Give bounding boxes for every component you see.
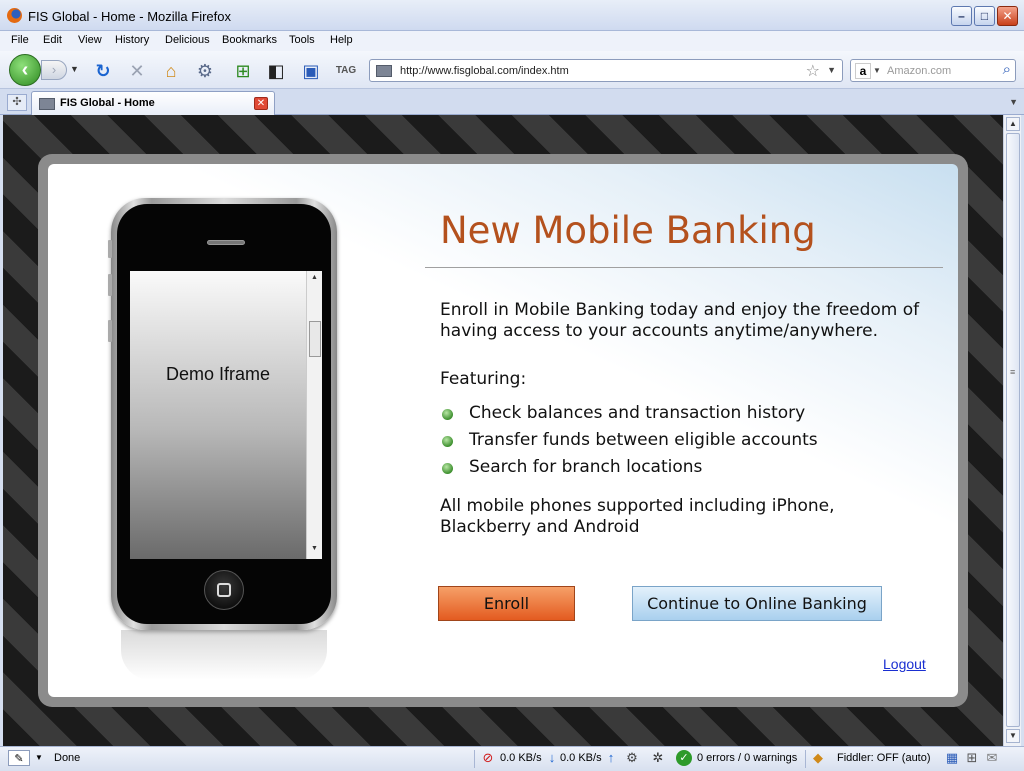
close-window-button[interactable]: ✕	[997, 6, 1018, 26]
phone-body: Demo Iframe ▲ ▼	[117, 204, 331, 624]
error-count[interactable]: 0 errors / 0 warnings	[697, 752, 797, 764]
address-bar[interactable]: http://www.fisglobal.com/index.htm ☆ ▼	[369, 59, 843, 82]
navigation-toolbar: ‹ › ▼ ↻ ✕ ⌂ ⚙ ⊞ ◧ ▣ TAG http://www.fisgl…	[0, 51, 1024, 89]
contrast-icon[interactable]: ◧	[265, 60, 287, 82]
pen-tool-icon[interactable]: ✎	[8, 750, 30, 766]
reload-icon[interactable]: ↻	[92, 60, 114, 82]
featuring-label: Featuring:	[440, 369, 527, 389]
phone-home-button	[204, 570, 244, 610]
upload-rate: 0.0 KB/s	[560, 752, 602, 764]
iframe-scroll-thumb[interactable]	[309, 321, 321, 357]
minimize-button[interactable]: –	[951, 6, 972, 26]
status-bar: ✎ ▼ Done ⊘ 0.0 KB/s ↓ 0.0 KB/s ↑ ⚙ ✲ ✓ 0…	[0, 746, 1024, 771]
green-bullet-icon	[442, 436, 453, 447]
green-bullet-icon	[442, 463, 453, 474]
tag-icon[interactable]: TAG	[335, 60, 357, 82]
bookmark-star-icon[interactable]: ☆	[806, 61, 820, 81]
mail-icon[interactable]: ✉	[984, 750, 1000, 766]
tab-scroll-icon[interactable]: ▼	[1009, 97, 1018, 107]
fiddler-icon[interactable]: ◆	[810, 750, 826, 766]
demo-iframe[interactable]: Demo Iframe ▲ ▼	[130, 271, 322, 559]
iframe-scroll-down-icon[interactable]: ▼	[311, 545, 318, 552]
supported-phones-text: All mobile phones supported including iP…	[440, 496, 835, 537]
iframe-scroll-up-icon[interactable]: ▲	[311, 274, 318, 281]
check-icon[interactable]: ✓	[676, 750, 692, 766]
grid-icon[interactable]: ⊞	[964, 750, 980, 766]
block-icon[interactable]: ⊘	[480, 750, 496, 766]
status-separator	[805, 750, 806, 768]
menu-delicious[interactable]: Delicious	[165, 34, 210, 46]
phone-illustration: Demo Iframe ▲ ▼	[108, 198, 337, 630]
menu-help[interactable]: Help	[330, 34, 353, 46]
tab-site-icon	[39, 98, 55, 110]
history-dropdown-icon[interactable]: ▼	[70, 64, 79, 74]
content-panel: Demo Iframe ▲ ▼ New Mobile Banking Enrol…	[48, 164, 958, 697]
bookmark-panel-icon[interactable]: ▣	[300, 60, 322, 82]
stop-icon[interactable]: ✕	[126, 60, 148, 82]
scroll-up-icon[interactable]: ▲	[1006, 117, 1020, 131]
menu-view[interactable]: View	[78, 34, 102, 46]
forward-button[interactable]: ›	[41, 60, 67, 80]
page-viewport: Demo Iframe ▲ ▼ New Mobile Banking Enrol…	[3, 115, 1003, 746]
scroll-grip-icon: ≡	[1010, 367, 1016, 377]
tab-label: FIS Global - Home	[60, 97, 155, 109]
phone-side-button	[108, 274, 112, 296]
url-text[interactable]: http://www.fisglobal.com/index.htm	[400, 65, 569, 77]
amazon-engine-icon[interactable]: a	[855, 63, 871, 79]
search-placeholder[interactable]: Amazon.com	[887, 65, 951, 77]
page-title: New Mobile Banking	[440, 209, 816, 252]
gear-icon[interactable]: ⚙	[624, 750, 640, 766]
tab-list-button[interactable]: ✣	[7, 94, 27, 111]
phone-side-button	[108, 240, 112, 258]
menu-edit[interactable]: Edit	[43, 34, 62, 46]
tab-bar: ✣ FIS Global - Home ✕ ▼	[0, 89, 1024, 115]
menu-bookmarks[interactable]: Bookmarks	[222, 34, 277, 46]
title-divider	[425, 267, 943, 268]
menu-history[interactable]: History	[115, 34, 149, 46]
menu-file[interactable]: File	[11, 34, 29, 46]
maximize-button[interactable]: □	[974, 6, 995, 26]
home-icon[interactable]: ⌂	[160, 60, 182, 82]
close-tab-icon[interactable]: ✕	[254, 97, 268, 110]
phone-side-button	[108, 320, 112, 342]
url-dropdown-icon[interactable]: ▼	[827, 65, 836, 75]
phone-reflection	[121, 630, 327, 680]
tab-fis-global-home[interactable]: FIS Global - Home ✕	[31, 91, 275, 115]
search-bar[interactable]: a ▼ Amazon.com ⌕	[850, 59, 1016, 82]
firefox-icon	[7, 8, 22, 23]
phone-earpiece	[207, 240, 245, 245]
scroll-down-icon[interactable]: ▼	[1006, 729, 1020, 743]
back-button[interactable]: ‹	[9, 54, 41, 86]
page-scrollbar[interactable]: ▲ ≡ ▼	[1003, 115, 1021, 746]
demo-iframe-text: Demo Iframe	[165, 364, 271, 384]
status-separator	[474, 750, 475, 768]
green-bullet-icon	[442, 409, 453, 420]
menu-bar: File Edit View History Delicious Bookmar…	[0, 31, 1024, 51]
screen-icon[interactable]: ▦	[944, 750, 960, 766]
status-dropdown-icon[interactable]: ▼	[31, 750, 47, 766]
continue-online-banking-button[interactable]: Continue to Online Banking	[632, 586, 882, 621]
download-arrow-icon: ↓	[548, 750, 556, 765]
add-bookmark-icon[interactable]: ⊞	[232, 60, 254, 82]
status-text: Done	[54, 752, 81, 764]
scroll-thumb[interactable]	[1006, 133, 1020, 727]
enroll-button[interactable]: Enroll	[438, 586, 575, 621]
download-rate: 0.0 KB/s	[500, 752, 542, 764]
window-title: FIS Global - Home - Mozilla Firefox	[28, 9, 231, 24]
intro-text: Enroll in Mobile Banking today and enjoy…	[440, 300, 920, 341]
fiddler-status[interactable]: Fiddler: OFF (auto)	[837, 752, 931, 764]
title-bar: FIS Global - Home - Mozilla Firefox – □ …	[0, 0, 1024, 31]
upload-arrow-icon: ↑	[607, 750, 615, 765]
logout-link[interactable]: Logout	[883, 656, 926, 672]
search-icon[interactable]: ⌕	[1003, 61, 1011, 78]
settings-gear-icon[interactable]: ⚙	[194, 60, 216, 82]
iframe-scrollbar[interactable]: ▲ ▼	[306, 271, 322, 559]
bug-icon[interactable]: ✲	[650, 750, 666, 766]
menu-tools[interactable]: Tools	[289, 34, 315, 46]
engine-dropdown-icon[interactable]: ▼	[873, 66, 881, 75]
site-icon	[376, 65, 392, 77]
